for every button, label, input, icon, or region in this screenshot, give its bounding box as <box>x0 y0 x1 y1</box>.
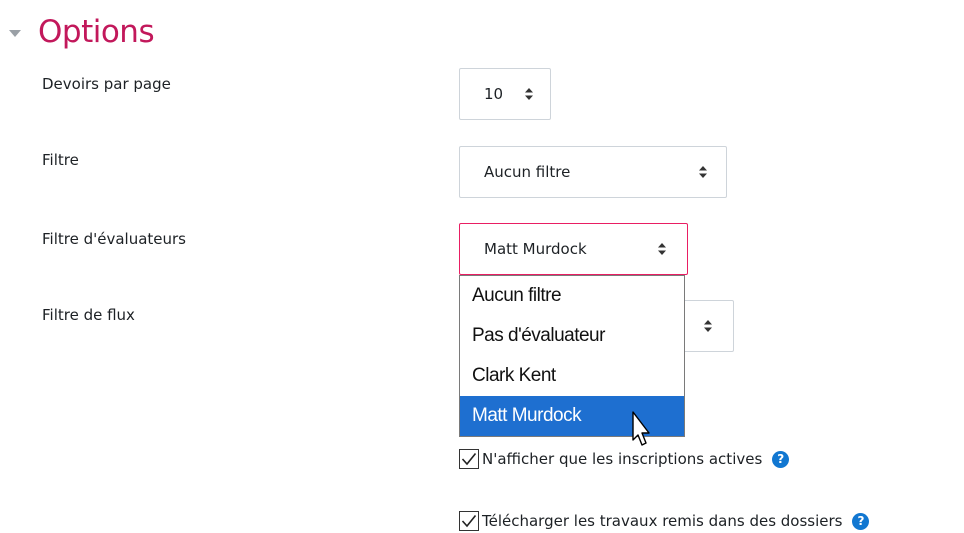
download-folders-row: Télécharger les travaux remis dans des d… <box>459 511 870 531</box>
download-folders-label: Télécharger les travaux remis dans des d… <box>482 512 843 530</box>
section-title: Options <box>38 14 155 50</box>
filter-select[interactable]: Aucun filtre <box>459 146 727 198</box>
marker-filter-dropdown: Aucun filtre Pas d'évaluateur Clark Kent… <box>459 275 685 437</box>
options-page: Options Devoirs par page 10 Filtre Aucun… <box>0 0 964 533</box>
collapse-triangle-icon[interactable] <box>8 27 22 41</box>
help-icon[interactable]: ? <box>772 450 790 468</box>
select-arrows-icon <box>698 165 708 179</box>
select-arrows-icon <box>703 319 713 333</box>
dropdown-option[interactable]: Aucun filtre <box>460 276 684 316</box>
filter-value: Aucun filtre <box>484 163 571 181</box>
workflow-filter-label: Filtre de flux <box>42 306 135 324</box>
select-arrows-icon <box>657 242 667 256</box>
marker-filter-select[interactable]: Matt Murdock <box>459 223 688 275</box>
active-only-label: N'afficher que les inscriptions actives <box>482 450 763 468</box>
dropdown-option-selected[interactable]: Matt Murdock <box>460 396 684 436</box>
options-section-header[interactable]: Options <box>8 10 155 54</box>
dropdown-option[interactable]: Pas d'évaluateur <box>460 316 684 356</box>
dropdown-option[interactable]: Clark Kent <box>460 356 684 396</box>
marker-filter-value: Matt Murdock <box>484 240 587 258</box>
help-icon[interactable]: ? <box>852 512 870 530</box>
filter-label: Filtre <box>42 151 79 169</box>
select-arrows-icon <box>524 87 534 101</box>
per-page-select[interactable]: 10 <box>459 68 551 120</box>
marker-filter-label: Filtre d'évaluateurs <box>42 230 186 248</box>
download-folders-checkbox[interactable] <box>459 511 479 531</box>
per-page-value: 10 <box>484 85 504 103</box>
active-only-row: N'afficher que les inscriptions actives … <box>459 449 790 469</box>
active-only-checkbox[interactable] <box>459 449 479 469</box>
per-page-label: Devoirs par page <box>42 75 171 93</box>
